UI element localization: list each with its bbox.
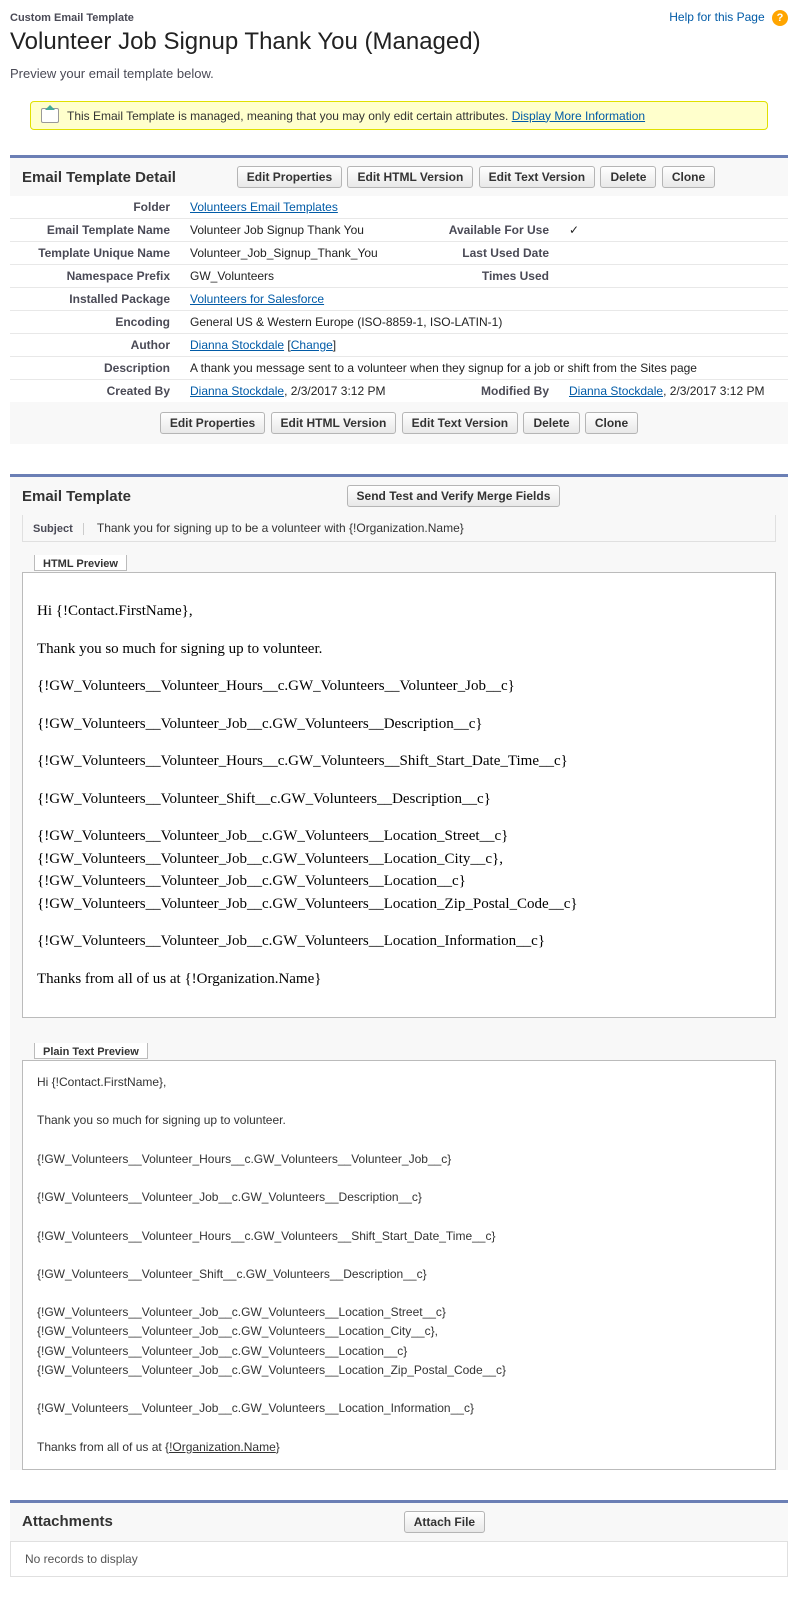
page-title: Volunteer Job Signup Thank You (Managed) bbox=[10, 28, 788, 56]
edit-properties-button[interactable]: Edit Properties bbox=[237, 166, 342, 188]
template-section-title: Email Template bbox=[22, 488, 131, 505]
field-label: Installed Package bbox=[10, 288, 180, 311]
preview-line: {!GW_Volunteers__Volunteer_Job__c.GW_Vol… bbox=[37, 1399, 761, 1418]
subject-label: Subject bbox=[33, 523, 84, 535]
attachments-title: Attachments bbox=[22, 1513, 113, 1530]
edit-text-button[interactable]: Edit Text Version bbox=[402, 412, 518, 434]
preview-line: Hi {!Contact.FirstName}, bbox=[37, 1073, 761, 1092]
field-value: General US & Western Europe (ISO-8859-1,… bbox=[180, 311, 788, 334]
detail-section-title: Email Template Detail bbox=[22, 169, 176, 186]
delete-button[interactable]: Delete bbox=[600, 166, 656, 188]
preview-line: {!GW_Volunteers__Volunteer_Shift__c.GW_V… bbox=[37, 788, 761, 811]
intro-text: Preview your email template below. bbox=[10, 66, 788, 81]
no-records-text: No records to display bbox=[10, 1541, 788, 1577]
template-section: Email Template Send Test and Verify Merg… bbox=[10, 474, 788, 1470]
field-label: Created By bbox=[10, 380, 180, 403]
attachments-section: Attachments Attach File No records to di… bbox=[10, 1500, 788, 1577]
field-value: GW_Volunteers bbox=[180, 265, 409, 288]
package-link[interactable]: Volunteers for Salesforce bbox=[190, 292, 324, 306]
field-value: Volunteer_Job_Signup_Thank_You bbox=[180, 242, 409, 265]
preview-line: {!GW_Volunteers__Volunteer_Job__c.GW_Vol… bbox=[37, 828, 508, 844]
modified-date: , 2/3/2017 3:12 PM bbox=[663, 384, 764, 398]
preview-line: Thanks from all of us at {!Organization.… bbox=[37, 1438, 761, 1457]
help-icon[interactable]: ? bbox=[772, 10, 788, 26]
edit-html-button[interactable]: Edit HTML Version bbox=[347, 166, 473, 188]
field-value bbox=[559, 242, 788, 265]
field-label: Encoding bbox=[10, 311, 180, 334]
preview-line: Thanks from all of us at {!Organization.… bbox=[37, 968, 761, 991]
page-eyebrow: Custom Email Template bbox=[10, 12, 134, 24]
field-label: Template Unique Name bbox=[10, 242, 180, 265]
field-label: Available For Use bbox=[409, 219, 559, 242]
plain-preview-box: Hi {!Contact.FirstName}, Thank you so mu… bbox=[22, 1060, 776, 1470]
preview-line: {!GW_Volunteers__Volunteer_Job__c.GW_Vol… bbox=[37, 1305, 446, 1319]
package-icon bbox=[41, 108, 59, 123]
help-link[interactable]: Help for this Page bbox=[669, 10, 764, 24]
notice-text: This Email Template is managed, meaning … bbox=[67, 109, 508, 123]
created-by-link[interactable]: Dianna Stockdale bbox=[190, 384, 284, 398]
field-label: Namespace Prefix bbox=[10, 265, 180, 288]
preview-line: {!GW_Volunteers__Volunteer_Job__c.GW_Vol… bbox=[37, 930, 761, 953]
detail-section: Email Template Detail Edit Properties Ed… bbox=[10, 155, 788, 444]
delete-button[interactable]: Delete bbox=[523, 412, 579, 434]
field-label: Description bbox=[10, 357, 180, 380]
field-value: Volunteer Job Signup Thank You bbox=[180, 219, 409, 242]
preview-line: {!GW_Volunteers__Volunteer_Job__c.GW_Vol… bbox=[37, 1188, 761, 1207]
preview-line: {!GW_Volunteers__Volunteer_Job__c.GW_Vol… bbox=[37, 1344, 407, 1358]
author-link[interactable]: Dianna Stockdale bbox=[190, 338, 284, 352]
preview-line: {!GW_Volunteers__Volunteer_Shift__c.GW_V… bbox=[37, 1265, 761, 1284]
plain-preview-label: Plain Text Preview bbox=[34, 1043, 148, 1059]
html-preview-label: HTML Preview bbox=[34, 555, 127, 571]
created-date: , 2/3/2017 3:12 PM bbox=[284, 384, 385, 398]
attach-file-button[interactable]: Attach File bbox=[404, 1511, 485, 1533]
send-test-button[interactable]: Send Test and Verify Merge Fields bbox=[347, 485, 561, 507]
subject-value: Thank you for signing up to be a volunte… bbox=[97, 521, 464, 535]
preview-line: {!GW_Volunteers__Volunteer_Hours__c.GW_V… bbox=[37, 675, 761, 698]
clone-button[interactable]: Clone bbox=[662, 166, 715, 188]
edit-text-button[interactable]: Edit Text Version bbox=[479, 166, 595, 188]
field-label: Email Template Name bbox=[10, 219, 180, 242]
field-label: Author bbox=[10, 334, 180, 357]
field-label: Last Used Date bbox=[409, 242, 559, 265]
field-label: Modified By bbox=[409, 380, 559, 403]
preview-line: {!GW_Volunteers__Volunteer_Job__c.GW_Vol… bbox=[37, 1363, 506, 1377]
display-more-link[interactable]: Display More Information bbox=[512, 109, 645, 123]
preview-line: {!GW_Volunteers__Volunteer_Job__c.GW_Vol… bbox=[37, 713, 761, 736]
detail-table: Folder Volunteers Email Templates Email … bbox=[10, 196, 788, 402]
folder-link[interactable]: Volunteers Email Templates bbox=[190, 200, 338, 214]
html-preview-box: Hi {!Contact.FirstName}, Thank you so mu… bbox=[22, 572, 776, 1018]
clone-button[interactable]: Clone bbox=[585, 412, 638, 434]
edit-html-button[interactable]: Edit HTML Version bbox=[271, 412, 397, 434]
field-label: Times Used bbox=[409, 265, 559, 288]
preview-line: {!GW_Volunteers__Volunteer_Job__c.GW_Vol… bbox=[37, 873, 466, 889]
preview-line: {!GW_Volunteers__Volunteer_Hours__c.GW_V… bbox=[37, 1150, 761, 1169]
field-value bbox=[559, 265, 788, 288]
preview-line: {!GW_Volunteers__Volunteer_Job__c.GW_Vol… bbox=[37, 851, 503, 867]
preview-line: {!GW_Volunteers__Volunteer_Hours__c.GW_V… bbox=[37, 1227, 761, 1246]
preview-line: {!GW_Volunteers__Volunteer_Hours__c.GW_V… bbox=[37, 750, 761, 773]
preview-line: Thank you so much for signing up to volu… bbox=[37, 638, 761, 661]
edit-properties-button[interactable]: Edit Properties bbox=[160, 412, 265, 434]
available-check-icon: ✓ bbox=[559, 219, 788, 242]
preview-line: {!GW_Volunteers__Volunteer_Job__c.GW_Vol… bbox=[37, 1324, 438, 1338]
preview-line: Thank you so much for signing up to volu… bbox=[37, 1111, 761, 1130]
field-value: A thank you message sent to a volunteer … bbox=[180, 357, 788, 380]
field-label: Folder bbox=[10, 196, 180, 219]
modified-by-link[interactable]: Dianna Stockdale bbox=[569, 384, 663, 398]
preview-line: Hi {!Contact.FirstName}, bbox=[37, 600, 761, 623]
managed-notice: This Email Template is managed, meaning … bbox=[30, 101, 768, 130]
preview-line: {!GW_Volunteers__Volunteer_Job__c.GW_Vol… bbox=[37, 896, 578, 912]
change-author-link[interactable]: Change bbox=[291, 338, 333, 352]
